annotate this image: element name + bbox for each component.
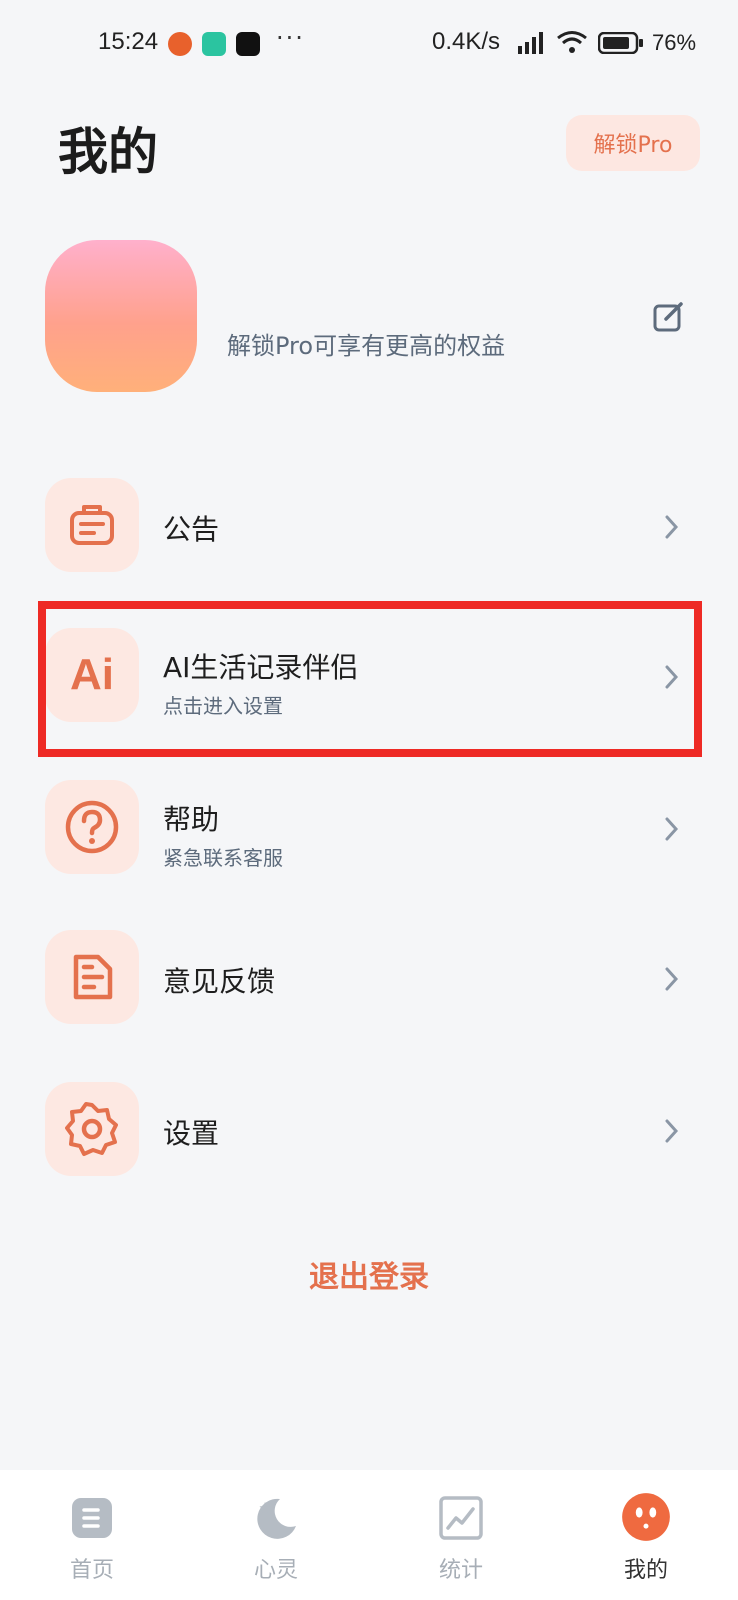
moon-icon [257, 1498, 296, 1539]
help-icon [65, 800, 119, 854]
nav-item-stats[interactable]: 统计 [401, 1496, 521, 1596]
feedback-icon [73, 954, 113, 1000]
app-notification-icon [168, 32, 192, 56]
settings-icon [65, 1102, 118, 1156]
tiktok-icon [236, 32, 260, 56]
status-time: 15:24 [98, 28, 159, 55]
profile-icon [622, 1493, 670, 1541]
highlight-annotation [38, 601, 702, 757]
bottom-nav: 首页 心灵 统计 我的 [0, 1470, 738, 1600]
logout-button[interactable]: 退出登录 [0, 1252, 738, 1296]
settings-icon-box [45, 1082, 139, 1176]
profile-subtitle: 解锁Pro可享有更高的权益 [227, 332, 506, 360]
menu-item-settings[interactable]: 设置 [0, 1082, 738, 1182]
chevron-right-icon [665, 515, 679, 539]
battery-icon [598, 32, 643, 54]
network-speed: 0.4K/s [432, 28, 501, 55]
signal-icon [518, 32, 543, 54]
avatar[interactable] [45, 240, 197, 392]
menu-item-help[interactable]: 帮助 紧急联系客服 [0, 780, 738, 880]
announcement-icon-box [45, 478, 139, 572]
chevron-right-icon [665, 817, 679, 841]
more-notifications-icon: ··· [276, 24, 305, 52]
nav-item-profile[interactable]: 我的 [586, 1493, 706, 1596]
menu-item-feedback[interactable]: 意见反馈 [0, 930, 738, 1030]
nav-item-soul[interactable]: 心灵 [216, 1496, 336, 1596]
announcement-icon [70, 505, 114, 545]
chart-icon [439, 1496, 483, 1540]
menu-title: 设置 [163, 1117, 220, 1150]
menu-item-announcement[interactable]: 公告 [0, 478, 738, 578]
nav-label: 统计 [438, 1558, 483, 1583]
status-bar: 15:24 ··· 0.4K/s 76% [0, 0, 738, 90]
help-icon-box [45, 780, 139, 874]
nav-label: 心灵 [253, 1558, 298, 1583]
shield-icon [202, 32, 226, 56]
battery-percent: 76% [652, 30, 697, 55]
home-icon [72, 1498, 112, 1538]
chevron-right-icon [665, 1119, 679, 1143]
edit-icon[interactable] [652, 300, 686, 334]
unlock-pro-button[interactable]: 解锁Pro [566, 115, 700, 171]
nav-label: 首页 [69, 1558, 114, 1583]
wifi-icon [557, 31, 587, 53]
nav-item-home[interactable]: 首页 [32, 1496, 152, 1596]
menu-title: 帮助 [163, 803, 220, 836]
menu-title: 意见反馈 [163, 965, 276, 998]
chevron-right-icon [665, 967, 679, 991]
menu-title: 公告 [163, 513, 220, 546]
nav-label: 我的 [623, 1558, 668, 1583]
page-title: 我的 [58, 123, 158, 181]
feedback-icon-box [45, 930, 139, 1024]
menu-subtitle: 紧急联系客服 [163, 846, 283, 870]
